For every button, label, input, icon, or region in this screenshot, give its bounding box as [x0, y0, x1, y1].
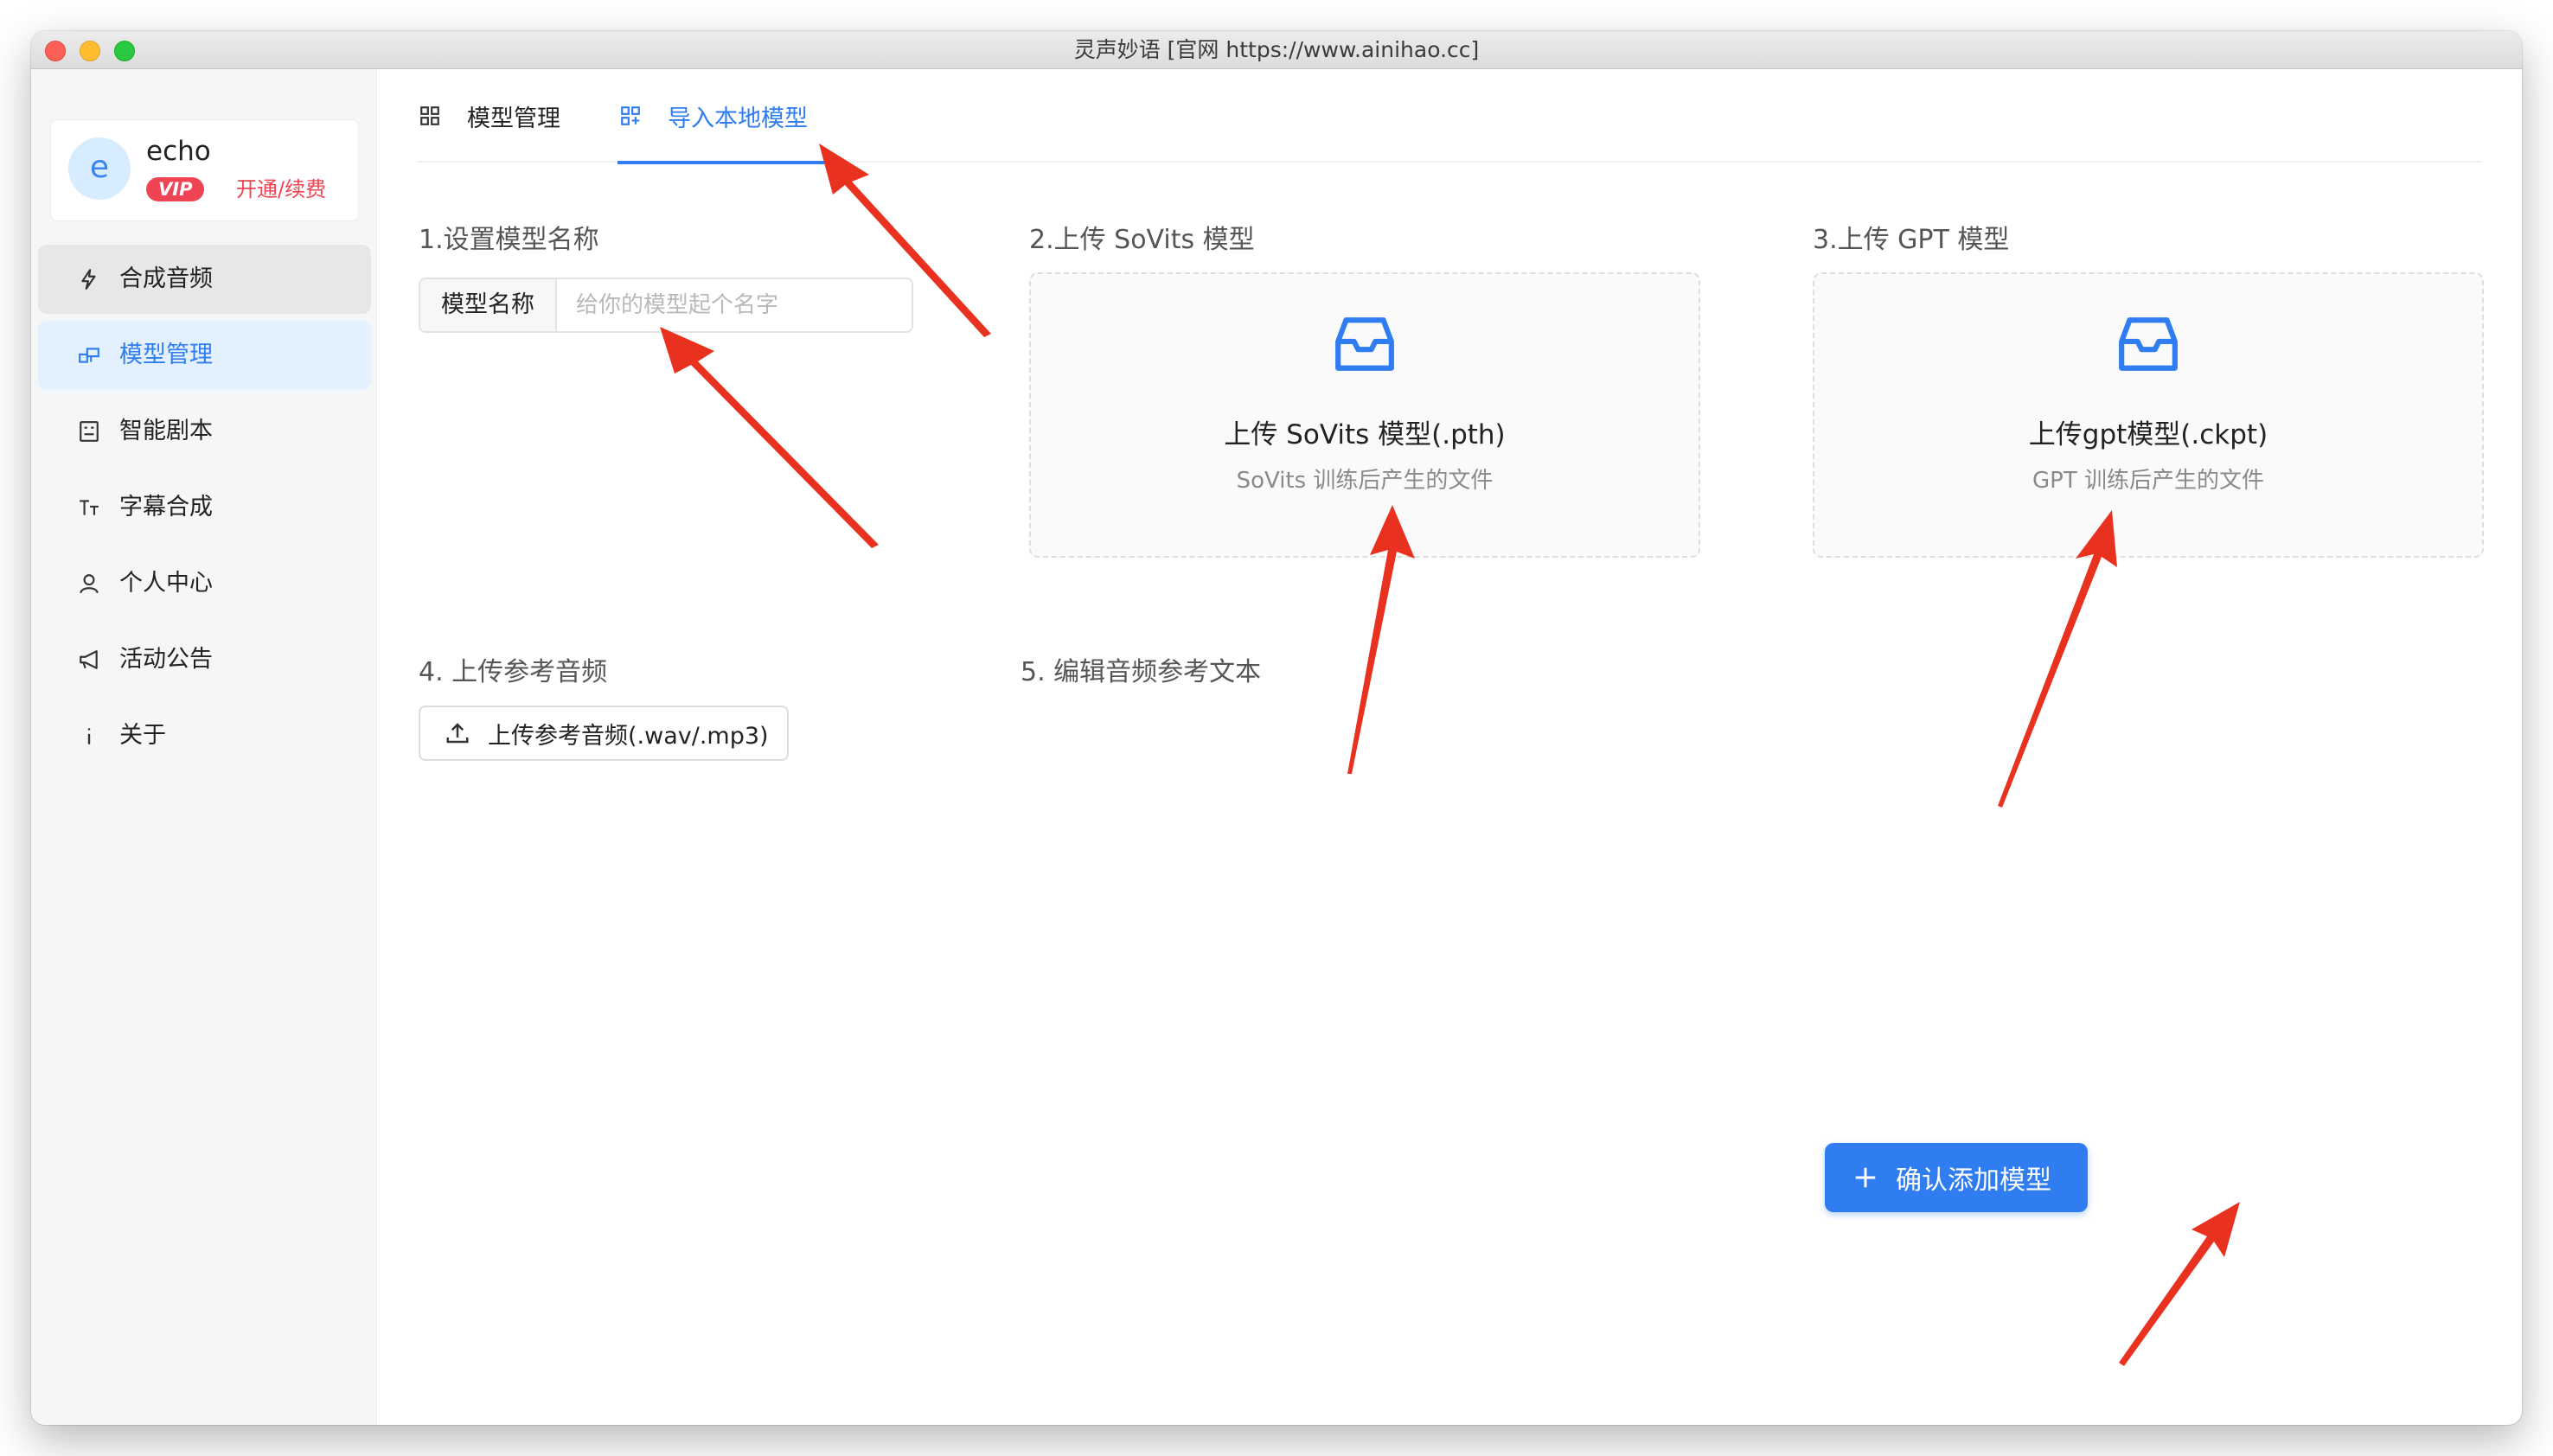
text-size-icon — [80, 500, 99, 515]
import-grid-icon — [621, 106, 640, 125]
gpt-upload-text: 上传gpt模型(.ckpt) — [2028, 419, 2268, 450]
gpt-upload-dropzone[interactable]: 上传gpt模型(.ckpt) GPT 训练后产生的文件 — [1813, 272, 2484, 558]
vip-renew-link[interactable]: 开通/续费 — [236, 176, 326, 203]
info-icon — [87, 728, 91, 744]
sidebar-item-label: 模型管理 — [119, 342, 213, 368]
sidebar: e echo VIP 开通/续费 合成音频 模型管理 智能剧本 字幕合成 个人中… — [31, 69, 377, 1425]
model-icon — [79, 348, 99, 363]
sidebar-item-model-management[interactable]: 模型管理 — [38, 321, 371, 390]
user-name: echo — [146, 136, 211, 167]
section-title-model-name: 1.设置模型名称 — [419, 225, 599, 255]
section-title-gpt: 3.上传 GPT 模型 — [1813, 225, 2010, 255]
confirm-add-model-button[interactable]: 确认添加模型 — [1825, 1143, 2088, 1212]
sidebar-item-personal-center[interactable]: 个人中心 — [38, 549, 371, 618]
window-title: 灵声妙语 [官网 https://www.ainihao.cc] — [1073, 37, 1480, 62]
sidebar-item-label: 个人中心 — [119, 570, 213, 597]
sovits-upload-dropzone[interactable]: 上传 SoVits 模型(.pth) SoVits 训练后产生的文件 — [1029, 272, 1700, 558]
sidebar-item-label: 智能剧本 — [119, 418, 213, 444]
tab-label: 导入本地模型 — [668, 105, 808, 132]
section-title-ref-audio: 4. 上传参考音频 — [419, 657, 608, 687]
app-window: 灵声妙语 [官网 https://www.ainihao.cc] e echo … — [31, 31, 2522, 1425]
tab-bar: 模型管理 导入本地模型 — [417, 69, 2482, 164]
lightning-icon — [81, 269, 96, 290]
upload-ref-audio-label: 上传参考音频(.wav/.mp3) — [488, 722, 769, 750]
sidebar-item-subtitle-synthesis[interactable]: 字幕合成 — [38, 473, 371, 542]
upload-icon — [446, 723, 469, 744]
section-title-ref-text: 5. 编辑音频参考文本 — [1021, 657, 1262, 687]
user-card[interactable]: e echo VIP 开通/续费 — [50, 119, 359, 221]
tab-label: 模型管理 — [467, 105, 560, 132]
script-icon — [80, 421, 99, 442]
inbox-icon — [1335, 317, 1394, 371]
confirm-add-model-label: 确认添加模型 — [1896, 1165, 2051, 1196]
user-icon — [80, 574, 99, 594]
sidebar-item-synthesize-audio[interactable]: 合成音频 — [38, 245, 371, 314]
sidebar-item-label: 合成音频 — [119, 265, 213, 292]
upload-ref-audio-button[interactable]: 上传参考音频(.wav/.mp3) — [419, 706, 789, 761]
section-title-sovits: 2.上传 SoVits 模型 — [1029, 225, 1255, 255]
gpt-upload-hint: GPT 训练后产生的文件 — [2032, 468, 2264, 494]
sidebar-item-about[interactable]: 关于 — [38, 701, 371, 770]
tab-import-local-model[interactable]: 导入本地模型 — [617, 69, 835, 164]
megaphone-icon — [80, 650, 98, 669]
plus-icon — [1855, 1167, 1876, 1188]
avatar: e — [68, 137, 131, 200]
sidebar-item-label: 活动公告 — [119, 646, 213, 673]
vip-badge: VIP — [146, 177, 205, 201]
sidebar-item-smart-script[interactable]: 智能剧本 — [38, 397, 371, 466]
sovits-upload-hint: SoVits 训练后产生的文件 — [1236, 468, 1494, 494]
inbox-icon — [2119, 317, 2178, 371]
grid-icon — [420, 106, 439, 125]
tab-model-management[interactable]: 模型管理 — [417, 69, 590, 163]
model-name-addon: 模型名称 — [420, 279, 557, 331]
model-name-input[interactable] — [557, 279, 912, 331]
title-bar: 灵声妙语 [官网 https://www.ainihao.cc] — [31, 31, 2522, 69]
sidebar-item-label: 字幕合成 — [119, 494, 213, 520]
sidebar-item-label: 关于 — [119, 722, 166, 749]
sidebar-item-announcements[interactable]: 活动公告 — [38, 625, 371, 694]
sovits-upload-text: 上传 SoVits 模型(.pth) — [1224, 419, 1506, 450]
model-name-input-group: 模型名称 — [419, 278, 913, 333]
